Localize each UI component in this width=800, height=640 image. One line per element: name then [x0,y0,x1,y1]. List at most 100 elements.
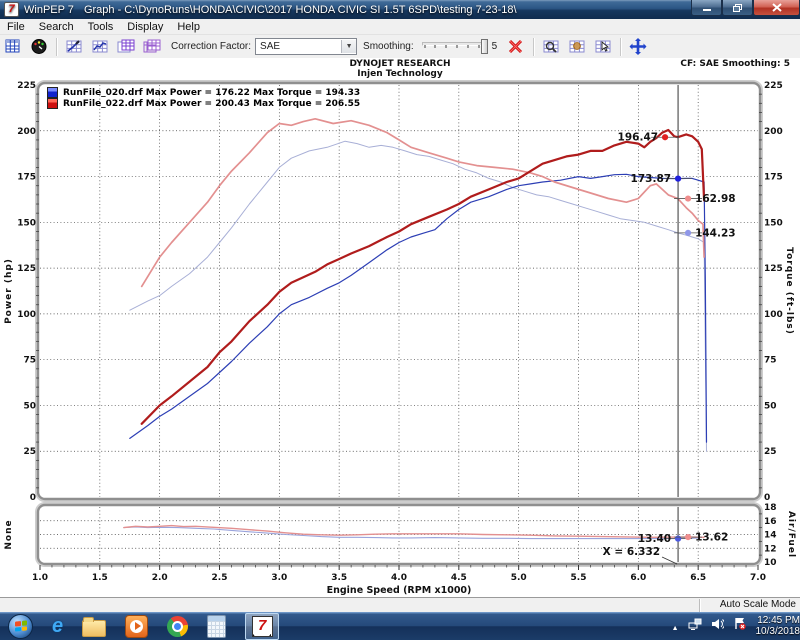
rpm-tick-label: 6.0 [630,573,646,583]
power-tick-label: 0 [30,493,36,503]
torque-tick-label: 75 [764,356,777,366]
torque-tick-label: 25 [764,447,777,457]
taskbar-clock[interactable]: 12:45 PM 10/3/2018 [752,615,800,637]
rpm-axis-title: Engine Speed (RPM x1000) [327,585,472,596]
window-title: Graph - C:\DynoRuns\HONDA\CIVIC\2017 HON… [84,4,517,16]
internet-explorer-icon[interactable]: e [52,616,63,637]
menu-item-search[interactable]: Search [32,21,81,33]
af-tick-label: 10 [764,558,777,568]
calculator-icon[interactable] [207,615,226,638]
status-separator [699,599,700,612]
rpm-tick-label: 6.5 [690,573,706,583]
cursor-dot [685,230,691,236]
legend-text: RunFile_020.drf Max Power = 176.22 Max T… [63,88,360,98]
smoothing-slider[interactable] [422,39,488,54]
af-tick-label: 18 [764,503,777,513]
media-player-icon[interactable] [125,615,148,638]
start-button[interactable] [8,614,33,639]
cursor-readout: 13.40 [638,533,671,545]
pan-graph-button[interactable] [565,37,589,57]
slider-ticks [424,45,480,48]
power-tick-label: 225 [17,81,36,91]
torque-tick-label: 100 [764,310,783,320]
delete-run-icon [507,38,525,55]
cursor-dot [675,176,681,182]
chart-subtitle: Injen Technology [0,69,800,79]
toolbar: Correction Factor: SAE ▼ Smoothing: 5 [0,35,800,60]
correction-factor-select[interactable]: SAE ▼ [255,38,357,55]
chrome-icon[interactable] [167,616,188,637]
file-explorer-icon[interactable] [82,616,106,637]
minimize-button[interactable] [691,0,722,16]
close-icon [772,3,782,12]
move-axes-button[interactable] [626,37,650,57]
restore-icon [732,3,743,13]
af-tick-label: 14 [764,531,777,541]
menu-item-help[interactable]: Help [170,21,207,33]
graph-overlay-button[interactable] [114,37,138,57]
cursor-x-readout: X = 6.332 [603,546,660,558]
menubar: FileSearchToolsDisplayHelp [0,19,800,35]
network-icon[interactable] [688,617,702,635]
rpm-tick-label: 5.5 [571,573,587,583]
graph-power-button[interactable] [62,37,86,57]
smoothing-label: Smoothing: [363,41,414,52]
torque-tick-label: 150 [764,218,783,228]
zoom-graph-button[interactable] [539,37,563,57]
move-axes-icon [629,38,647,55]
pick-graph-button[interactable] [591,37,615,57]
chevron-down-icon[interactable]: ▼ [341,40,356,53]
volume-icon[interactable] [711,617,724,635]
close-button[interactable] [753,0,800,16]
menu-item-file[interactable]: File [0,21,32,33]
winpep-app-icon: 7 [4,2,19,17]
rpm-tick-label: 3.5 [331,573,347,583]
slider-handle[interactable] [481,39,488,54]
cursor-readout: 162.98 [695,193,736,205]
runs-table-button[interactable] [1,37,25,57]
zoom-graph-icon [542,38,560,55]
legend-swatch-blue [47,87,58,98]
graph-overlay-icon [117,38,135,55]
clock-time: 12:45 PM [756,615,800,626]
graph-torque-button[interactable] [88,37,112,57]
menu-item-tools[interactable]: Tools [81,21,121,33]
app-name: WinPEP 7 [24,4,74,16]
correction-factor-label: Correction Factor: [171,41,251,52]
rpm-tick-label: 4.0 [391,573,407,583]
power-tick-label: 150 [17,218,36,228]
cursor-dot [662,134,668,140]
power-tick-label: 75 [23,356,36,366]
gauge-icon [30,38,48,55]
power-axis-title: Power (hp) [4,258,14,324]
torque-tick-label: 175 [764,173,783,183]
torque-tick-label: 50 [764,401,777,411]
dyno-chart[interactable]: 196.47173.87162.98144.2313.4013.62X = 6.… [0,58,800,597]
rpm-tick-label: 2.0 [152,573,168,583]
graph-compare-button[interactable] [140,37,164,57]
cursor-dot [685,534,691,540]
main-plot-frame [38,83,760,499]
status-bar: Auto Scale Mode [0,597,800,613]
power-tick-label: 125 [17,264,36,274]
torque-tick-label: 0 [764,493,770,503]
menu-item-display[interactable]: Display [120,21,170,33]
taskbar: e 7 ▲ 12:45 PM 10/3/2018 [0,612,800,640]
power-tick-label: 25 [23,447,36,457]
show-hidden-icons[interactable]: ▲ [672,617,679,635]
torque-axis-title: Torque (ft-lbs) [784,247,794,335]
titlebar: 7 WinPEP 7 Graph - C:\DynoRuns\HONDA\CIV… [0,0,800,19]
torque-tick-label: 225 [764,81,783,91]
rpm-tick-label: 4.5 [451,573,467,583]
winpep-icon[interactable]: 7 [245,613,279,640]
action-center-icon[interactable] [733,617,746,635]
none-axis-title: None [4,519,14,549]
rpm-tick-label: 5.0 [511,573,527,583]
rpm-tick-label: 1.0 [32,573,48,583]
graph-torque-icon [91,38,109,55]
legend-text: RunFile_022.drf Max Power = 200.43 Max T… [63,99,360,109]
gauge-button[interactable] [27,37,51,57]
restore-button[interactable] [722,0,753,16]
pan-graph-icon [568,38,586,55]
delete-run-button[interactable] [504,37,528,57]
